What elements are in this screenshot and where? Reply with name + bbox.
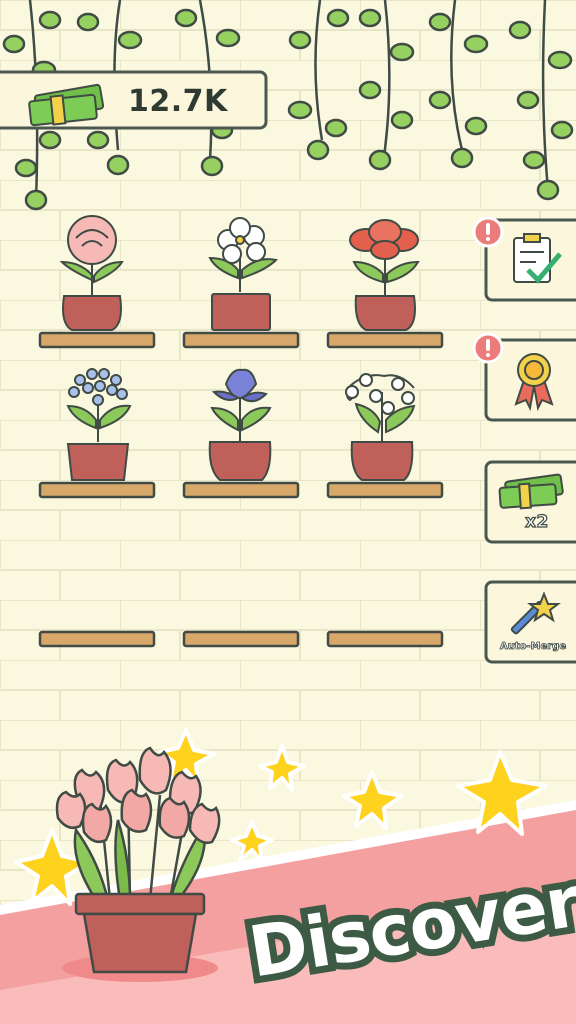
achievements-alert-icon bbox=[472, 332, 504, 364]
auto-merge-label: Auto-Merge bbox=[499, 641, 567, 653]
double-income-label: x2 bbox=[524, 511, 549, 532]
money-amount: 12.7K bbox=[128, 84, 228, 119]
tasks-alert-icon bbox=[472, 216, 504, 248]
